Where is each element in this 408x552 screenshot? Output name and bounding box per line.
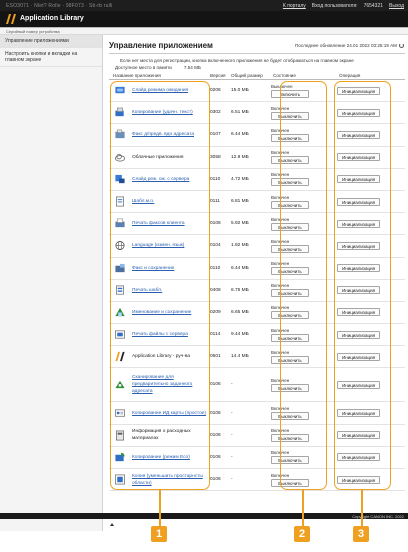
app-size: - xyxy=(231,382,233,388)
registration-note: Если нет места для регистрации, кнопка в… xyxy=(120,58,354,63)
scroll-top-icon[interactable] xyxy=(110,523,114,527)
app-version: 0106 xyxy=(210,410,221,416)
app-size: - xyxy=(231,432,233,438)
header-app-name: Название приложения xyxy=(113,73,161,78)
app-version: 0106 xyxy=(210,454,221,460)
header-version: Версия xyxy=(210,73,226,78)
header-operation: Операция xyxy=(339,73,361,78)
table-header: Название приложения Версия Общий размер … xyxy=(109,73,405,80)
app-version: 0601 xyxy=(210,354,221,360)
memory-label: Доступное место в памяти xyxy=(115,65,172,70)
app-size: 15.0 МБ xyxy=(231,88,249,94)
callout-line-1 xyxy=(159,490,161,526)
app-size: - xyxy=(231,410,233,416)
memory-info: Доступное место в памяти 7.54 МБ xyxy=(115,65,201,70)
app-version: 0110 xyxy=(210,265,221,271)
app-title: Application Library xyxy=(20,15,84,22)
app-version: 0114 xyxy=(210,332,221,338)
app-size: 14.4 МБ xyxy=(231,354,249,360)
header-size: Общий размер xyxy=(231,73,263,78)
last-updated-text: Последнее обновление 24.01 2022 03:25:19… xyxy=(295,43,397,48)
app-size: 6.81 МБ xyxy=(231,199,249,205)
sidebar-item-app-management[interactable]: Управление приложениями xyxy=(0,35,102,48)
login-value: 7654321 xyxy=(363,3,384,9)
footer-bar xyxy=(0,513,408,519)
app-size: 1.92 МБ xyxy=(231,243,249,249)
portal-link[interactable]: К порталу xyxy=(283,3,306,9)
app-size: 5.92 МБ xyxy=(231,221,249,227)
app-version: 0111 xyxy=(210,199,220,205)
app-size: 6.44 МБ xyxy=(231,132,249,138)
app-size: - xyxy=(231,477,233,483)
title-divider xyxy=(109,53,405,54)
memory-value: 7.54 МБ xyxy=(183,65,201,70)
app-size: 6.75 МБ xyxy=(231,287,249,293)
login-label: Вход пользователя: xyxy=(311,3,358,9)
header-state: Состояние xyxy=(273,73,296,78)
topbar-right: К порталу Вход пользователя: 7654321 Вых… xyxy=(283,3,404,9)
app-version: 0106 xyxy=(210,432,221,438)
sidebar-item-home-buttons[interactable]: Настроить кнопки и вкладки на главном эк… xyxy=(0,48,102,67)
top-bar: ESO3071 · Nlet? Rolle · 98F073 · Sti-rb … xyxy=(0,0,408,11)
logout-link[interactable]: Выход xyxy=(389,3,404,9)
app-version: 0110 xyxy=(210,176,221,182)
copyright: Copyright CANON INC. 2022 xyxy=(352,514,404,519)
app-size: 6.65 МБ xyxy=(231,309,249,315)
callout-outline-app-column xyxy=(110,81,210,490)
footer-space xyxy=(0,531,408,552)
callout-badge-3: 3 xyxy=(353,526,369,542)
callout-line-3 xyxy=(361,490,363,526)
app-size: 9.44 МБ xyxy=(231,332,249,338)
app-version: 0106 xyxy=(210,382,221,388)
callout-badge-1: 1 xyxy=(151,526,167,542)
app-header: Application Library xyxy=(0,11,408,27)
device-info: ESO3071 · Nlet? Rolle · 98F073 · Sti-rb … xyxy=(6,3,113,9)
app-version: 3058 xyxy=(210,154,221,160)
app-size: 12.9 МБ xyxy=(231,154,249,160)
sidebar: Управление приложениями Настроить кнопки… xyxy=(0,35,103,531)
app-version: 0107 xyxy=(210,132,221,138)
app-size: 6.44 МБ xyxy=(231,265,249,271)
refresh-icon[interactable] xyxy=(399,43,404,48)
app-size: - xyxy=(231,454,233,460)
app-version: 0408 xyxy=(210,287,221,293)
sub-bar: Серийный номер устройства xyxy=(0,28,408,35)
app-library-logo-icon xyxy=(6,14,16,24)
page-title: Управление приложением xyxy=(109,41,213,50)
app-version: 0206 xyxy=(210,88,221,94)
callout-outline-state-column xyxy=(280,81,327,490)
app-size: 4.72 МБ xyxy=(231,176,249,182)
app-version: 0106 xyxy=(210,477,221,483)
app-version: 0108 xyxy=(210,221,221,227)
callout-outline-operation-column xyxy=(334,81,391,490)
app-version: 0302 xyxy=(210,110,221,116)
callout-badge-2: 2 xyxy=(294,526,310,542)
app-version: 0209 xyxy=(210,309,221,315)
last-updated: Последнее обновление 24.01 2022 03:25:19… xyxy=(295,43,404,48)
app-version: 0104 xyxy=(210,243,221,249)
callout-line-2 xyxy=(302,490,304,526)
app-size: 6.51 МБ xyxy=(231,110,249,116)
serial-label: Серийный номер устройства xyxy=(6,29,60,34)
